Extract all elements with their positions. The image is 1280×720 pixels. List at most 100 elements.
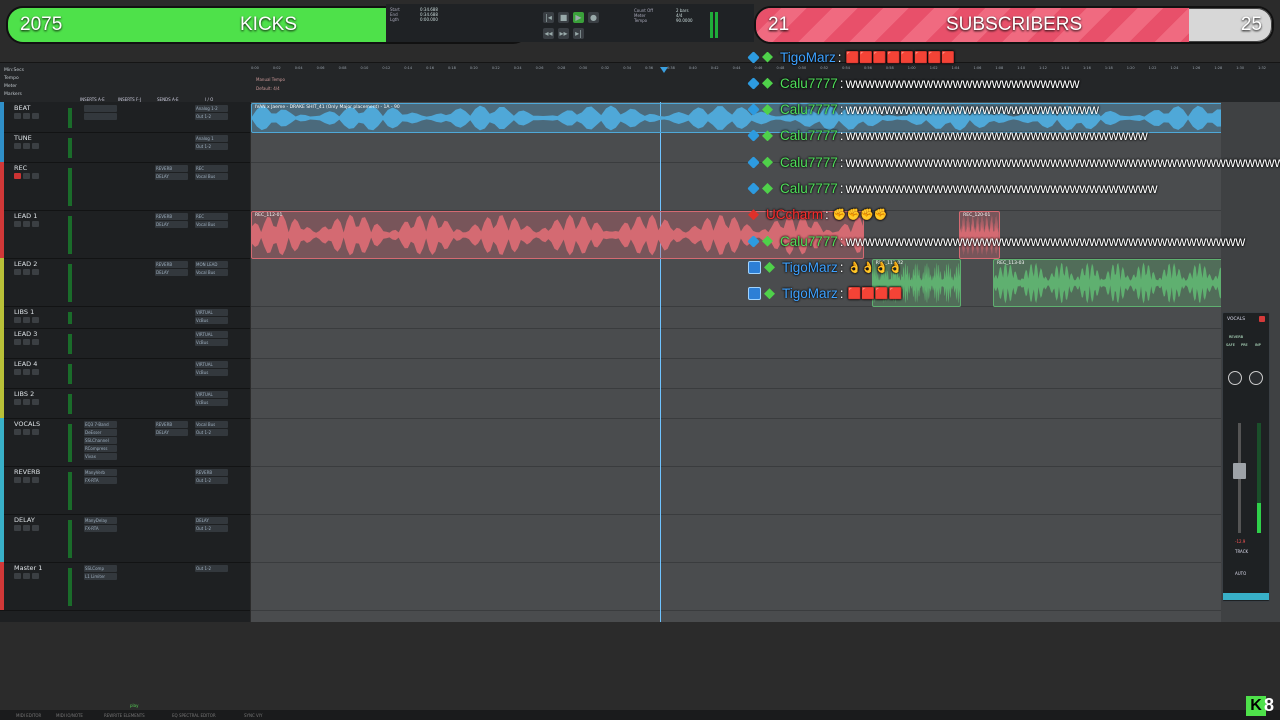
record-button[interactable] (14, 317, 21, 323)
track-name[interactable]: LEAD 1 (14, 212, 37, 220)
return-to-zero-button[interactable]: |◂ (543, 12, 554, 23)
record-button[interactable] (14, 339, 21, 345)
track-row-lead-1[interactable]: LEAD 1 REVERB DELAY REC Vocal Bus (0, 210, 250, 259)
record-button[interactable] (14, 399, 21, 405)
chat-username[interactable]: UCcharm (766, 207, 823, 222)
pan-knob-left-icon[interactable] (1228, 371, 1242, 385)
io-selector[interactable]: Out 1-2 (195, 477, 228, 484)
io-selector[interactable]: VcBus (195, 317, 228, 324)
chat-username[interactable]: TigoMarz (782, 286, 838, 301)
volume-fader[interactable] (1233, 463, 1246, 479)
bottom-tab-eq[interactable]: EQ SPECTRAL EDITOR (172, 713, 216, 718)
insert-slot[interactable]: RCompress (84, 445, 117, 452)
send-slot[interactable]: REVERB (155, 421, 188, 428)
insert-slot[interactable]: Vivax (84, 453, 117, 460)
track-lane[interactable] (251, 328, 1221, 359)
io-selector[interactable]: VIRTUAL (195, 361, 228, 368)
solo-button[interactable] (23, 221, 30, 227)
bottom-tab-rewrite[interactable]: REWRITE ELEMENTS (104, 713, 145, 718)
io-selector[interactable]: Vocal Bus (195, 221, 228, 228)
mixstrip-inp[interactable]: INP (1255, 343, 1261, 347)
track-lane[interactable] (251, 306, 1221, 329)
chat-username[interactable]: Calu7777 (780, 155, 838, 170)
insert-slot[interactable]: SSLChannel (84, 437, 117, 444)
track-name[interactable]: LEAD 2 (14, 260, 37, 268)
bottom-tab-midi-io[interactable]: MIDI IO/NOTE (56, 713, 83, 718)
track-row-lead-2[interactable]: LEAD 2 REVERB DELAY MON LEAD Vocal Bus (0, 258, 250, 307)
send-slot[interactable]: DELAY (155, 429, 188, 436)
io-selector[interactable]: Out 1-2 (195, 525, 228, 532)
mute-button[interactable] (32, 269, 39, 275)
track-row-libs-1[interactable]: LIBS 1 VIRTUAL VcBus (0, 306, 250, 329)
io-selector[interactable]: Out 1-2 (195, 429, 228, 436)
track-row-delay[interactable]: DELAY ManyDelay FX-RTA DELAY Out 1-2 (0, 514, 250, 563)
bottom-tab-midi-editor[interactable]: MIDI EDITOR (16, 713, 41, 718)
record-button[interactable] (14, 113, 21, 119)
record-button[interactable] (14, 369, 21, 375)
io-selector[interactable]: VcBus (195, 399, 228, 406)
track-row-tune[interactable]: TUNE Analog 1 Out 1-2 (0, 132, 250, 163)
insert-slot[interactable] (84, 105, 117, 112)
end-button[interactable]: ▸| (573, 28, 584, 39)
insert-slot[interactable]: SSLComp (84, 565, 117, 572)
solo-button[interactable] (23, 399, 30, 405)
record-button[interactable] (14, 525, 21, 531)
track-lane[interactable] (251, 358, 1221, 389)
record-button[interactable] (14, 269, 21, 275)
io-selector[interactable]: VIRTUAL (195, 309, 228, 316)
io-selector[interactable]: VIRTUAL (195, 331, 228, 338)
mute-button[interactable] (32, 477, 39, 483)
send-slot[interactable]: DELAY (155, 221, 188, 228)
record-button[interactable] (14, 573, 21, 579)
rewind-button[interactable]: ◂◂ (543, 28, 554, 39)
track-name[interactable]: VOCALS (14, 420, 40, 428)
send-slot[interactable]: DELAY (155, 173, 188, 180)
io-selector[interactable]: MON LEAD (195, 261, 228, 268)
insert-slot[interactable]: FX-RTA (84, 525, 117, 532)
mute-button[interactable] (32, 113, 39, 119)
record-button[interactable] (14, 221, 21, 227)
chat-username[interactable]: Calu7777 (780, 128, 838, 143)
track-name[interactable]: LEAD 4 (14, 360, 37, 368)
track-row-rec[interactable]: REC REVERB DELAY REC Vocal Bus (0, 162, 250, 211)
solo-button[interactable] (23, 477, 30, 483)
chat-username[interactable]: TigoMarz (780, 50, 836, 65)
solo-button[interactable] (23, 113, 30, 119)
mixstrip-safe[interactable]: SAFE (1226, 343, 1235, 347)
chat-username[interactable]: Calu7777 (780, 76, 838, 91)
mute-button[interactable] (32, 525, 39, 531)
solo-button[interactable] (23, 173, 30, 179)
track-name[interactable]: LEAD 3 (14, 330, 37, 338)
stop-button[interactable]: ■ (558, 12, 569, 23)
bottom-tab-sync[interactable]: SYNC VIY (244, 713, 262, 718)
io-selector[interactable]: VcBus (195, 339, 228, 346)
track-name[interactable]: Master 1 (14, 564, 42, 572)
pan-knob-right-icon[interactable] (1249, 371, 1263, 385)
io-selector[interactable]: VIRTUAL (195, 391, 228, 398)
insert-slot[interactable]: L1 Limiter (84, 573, 117, 580)
fast-forward-button[interactable]: ▸▸ (558, 28, 569, 39)
mute-button[interactable] (32, 573, 39, 579)
io-selector[interactable]: Out 1-2 (195, 113, 228, 120)
insert-slot[interactable]: ManyVerb (84, 469, 117, 476)
solo-button[interactable] (23, 339, 30, 345)
track-row-master-1[interactable]: Master 1 SSLComp L1 Limiter Out 1-2 (0, 562, 250, 611)
audio-region[interactable]: REC_113-03 (993, 259, 1223, 307)
mixstrip-auto-label[interactable]: AUTO (1235, 571, 1246, 576)
mute-button[interactable] (32, 143, 39, 149)
solo-button[interactable] (23, 269, 30, 275)
mute-button[interactable] (32, 399, 39, 405)
chat-username[interactable]: Calu7777 (780, 234, 838, 249)
insert-slot[interactable]: ManyDelay (84, 517, 117, 524)
mute-button[interactable] (32, 339, 39, 345)
record-button[interactable] (14, 429, 21, 435)
track-row-beat[interactable]: BEAT Analog 1-2 Out 1-2 (0, 102, 250, 133)
io-selector[interactable]: REC (195, 165, 228, 172)
track-lane[interactable] (251, 466, 1221, 515)
mute-button[interactable] (32, 429, 39, 435)
play-button[interactable]: ▶ (573, 12, 584, 23)
track-lane[interactable] (251, 514, 1221, 563)
track-lane[interactable] (251, 418, 1221, 467)
mute-button[interactable] (32, 173, 39, 179)
track-row-libs-2[interactable]: LIBS 2 VIRTUAL VcBus (0, 388, 250, 419)
